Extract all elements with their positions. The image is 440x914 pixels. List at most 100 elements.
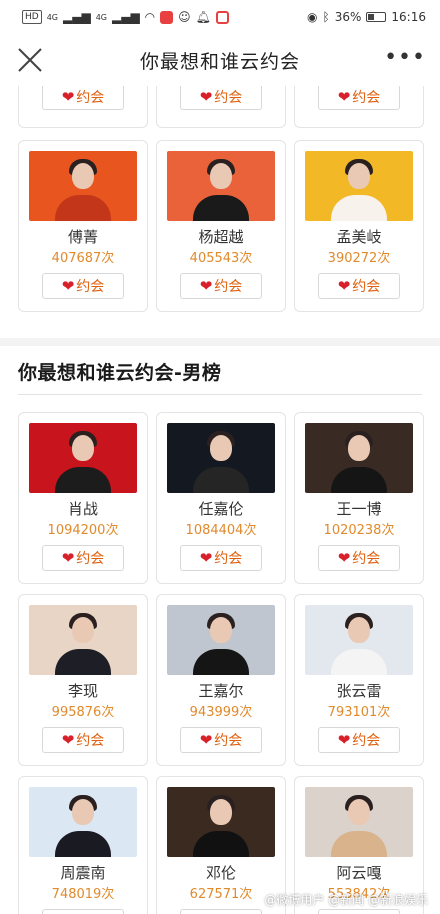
celebrity-photo [29,787,137,857]
male-ranking-grid: 肖战 1094200次 ❤ 约会 任嘉伦 1084404次 ❤ 约会 王一博 102… [18,412,424,914]
clock: 16:16 [391,10,426,24]
ranking-card[interactable]: 李现 995876次 ❤ 约会 [18,594,148,766]
date-button-label: 约会 [76,733,105,749]
signal-icon: ▂▄▆ [63,10,91,24]
celebrity-photo [305,423,413,493]
date-button[interactable]: ❤约会 [318,727,400,753]
section-title: 你最想和谁云约会-男榜 [18,362,222,384]
date-button[interactable]: ❤ 约会 [318,273,400,299]
date-button[interactable]: ❤ 约会 [42,273,124,299]
heart-icon: ❤ [199,548,213,567]
date-button-label: 约会 [76,90,105,106]
date-button[interactable]: ❤约会 [318,545,400,571]
date-button-label: 约会 [352,90,381,106]
signal-4g-label-2: 4G [95,12,107,22]
status-bar: HD 4G ▂▄▆ 4G ▂▄▆ ◠ ☺ 🔔︎ ◉ ᛒ 36% 16:16 [0,0,440,34]
vote-count: 943999次 [189,705,253,720]
celebrity-name: 孟美岐 [336,228,382,246]
status-left: HD 4G ▂▄▆ 4G ▂▄▆ ◠ ☺ 🔔︎ [22,10,229,24]
date-button-label: 约会 [214,551,243,567]
heart-icon: ❤ [199,276,213,295]
signal-4g-label: 4G [46,12,58,22]
vote-count: 407687次 [51,251,115,266]
female-partial-row: ❤ 约会 ❤ 约会 ❤ 约会 [18,86,424,128]
date-button[interactable]: ❤ 约会 [42,86,124,110]
date-button[interactable]: ❤ 约会 [180,273,262,299]
celebrity-name: 阿云嘎 [336,864,382,882]
heart-icon: ❤ [337,276,351,295]
vote-count: 405543次 [189,251,253,266]
celebrity-photo [167,151,275,221]
more-options-icon[interactable]: ••• [384,47,426,69]
celebrity-photo [29,151,137,221]
heart-icon: ❤ [199,87,213,106]
celebrity-photo [305,605,413,675]
celebrity-photo [167,423,275,493]
heart-icon: ❤ [61,276,75,295]
celebrity-photo [167,787,275,857]
date-button[interactable]: ❤ 约会 [318,86,400,110]
celebrity-name: 肖战 [67,500,98,518]
ranking-card[interactable]: 孟美岐 390272次 ❤ 约会 [294,140,424,312]
vote-count: 1094200次 [47,523,119,538]
celebrity-name: 任嘉伦 [198,500,244,518]
female-ranking-section: ❤ 约会 ❤ 约会 ❤ 约会 傅菁 407687次 ❤ 约会 杨超越 40554… [0,86,440,338]
date-button[interactable]: ❤ 约会 [180,86,262,110]
status-right: ◉ ᛒ 36% 16:16 [307,10,426,24]
date-button-label: 约会 [76,551,105,567]
date-button-label: 约会 [352,279,381,295]
date-button-label: 约会 [352,733,381,749]
date-button-label: 约会 [352,551,381,567]
heart-icon: ❤ [61,87,75,106]
date-button-label: 约会 [76,279,105,295]
chat-icon: ☺ [178,10,191,24]
heart-icon: ❤ [337,87,351,106]
heart-icon: ❤ [61,730,75,749]
male-ranking-section: 你最想和谁云约会-男榜 肖战 1094200次 ❤ 约会 任嘉伦 1084404次… [0,346,440,914]
ranking-card[interactable]: 王一博 1020238次 ❤ 约会 [294,412,424,584]
content-area[interactable]: ❤ 约会 ❤ 约会 ❤ 约会 傅菁 407687次 ❤ 约会 杨超越 40554… [0,86,440,914]
date-button[interactable]: ❤约会 [318,909,400,914]
ranking-card: ❤ 约会 [294,86,424,128]
ranking-card[interactable]: 王嘉尔 943999次 ❤ 约会 [156,594,286,766]
celebrity-name: 傅菁 [67,228,98,246]
ranking-card: ❤ 约会 [156,86,286,128]
celebrity-photo [167,605,275,675]
celebrity-photo [29,423,137,493]
celebrity-name: 李现 [67,682,98,700]
ranking-card[interactable]: 傅菁 407687次 ❤ 约会 [18,140,148,312]
vote-count: 748019次 [51,887,115,902]
vote-count: 627571次 [189,887,253,902]
celebrity-name: 周震南 [60,864,106,882]
ranking-card: ❤ 约会 [18,86,148,128]
heart-icon: ❤ [61,548,75,567]
section-divider [18,394,422,395]
female-ranking-grid: 傅菁 407687次 ❤ 约会 杨超越 405543次 ❤ 约会 孟美岐 390… [18,140,424,312]
ranking-card[interactable]: 肖战 1094200次 ❤ 约会 [18,412,148,584]
date-button[interactable]: ❤约会 [42,727,124,753]
date-button[interactable]: ❤约会 [42,909,124,914]
signal-icon-2: ▂▄▆ [111,10,140,24]
vote-count: 793101次 [327,705,391,720]
weibo-watermark: @微博用户 @新闻 @新浪娱乐 [264,893,428,907]
date-button[interactable]: ❤约会 [180,909,262,914]
heart-icon: ❤ [199,730,213,749]
ranking-card[interactable]: 张云雷 793101次 ❤ 约会 [294,594,424,766]
celebrity-photo [29,605,137,675]
bluetooth-icon: ᛒ [322,10,330,24]
date-button[interactable]: ❤约会 [42,545,124,571]
vote-count: 390272次 [327,251,391,266]
date-button[interactable]: ❤约会 [180,545,262,571]
ranking-card[interactable]: 周震南 748019次 ❤约会 [18,776,148,914]
page-title: 你最想和谁云约会 [139,50,300,73]
ranking-card[interactable]: 任嘉伦 1084404次 ❤ 约会 [156,412,286,584]
date-button-label: 约会 [214,733,243,749]
date-button[interactable]: ❤约会 [180,727,262,753]
app-notification-icon [160,10,174,24]
close-icon[interactable] [16,46,44,74]
heart-icon: ❤ [337,730,351,749]
wifi-icon: ◠ [144,10,156,24]
celebrity-photo [305,787,413,857]
page-header: 你最想和谁云约会 ••• [0,34,440,86]
ranking-card[interactable]: 杨超越 405543次 ❤ 约会 [156,140,286,312]
